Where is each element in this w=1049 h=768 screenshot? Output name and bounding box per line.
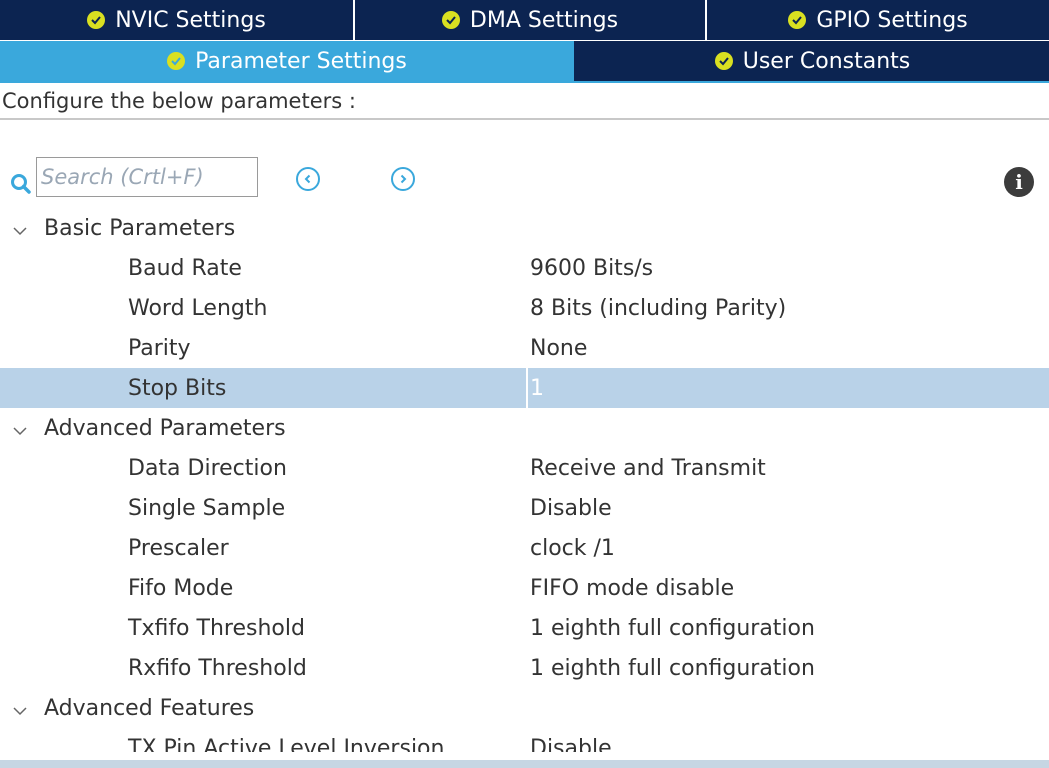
- param-row-baud-rate[interactable]: Baud Rate 9600 Bits/s: [0, 248, 1049, 288]
- param-value[interactable]: 1 eighth full configuration: [530, 656, 815, 681]
- group-advanced-parameters[interactable]: Advanced Parameters: [0, 408, 1049, 448]
- param-name: TX Pin Active Level Inversion: [128, 735, 445, 753]
- param-value[interactable]: clock /1: [530, 536, 615, 561]
- param-value[interactable]: Disable: [530, 736, 612, 753]
- param-row-txfifo-threshold[interactable]: Txfifo Threshold 1 eighth full configura…: [0, 608, 1049, 648]
- tab-user-constants[interactable]: User Constants: [576, 41, 1049, 81]
- tab-row-top: NVIC Settings DMA Settings GPIO Settings: [0, 0, 1049, 40]
- check-circle-icon: [441, 11, 460, 29]
- tab-gpio-settings[interactable]: GPIO Settings: [707, 0, 1049, 40]
- check-circle-icon: [714, 52, 733, 70]
- param-name: Rxfifo Threshold: [128, 655, 307, 681]
- chevron-right-circle-icon[interactable]: [391, 167, 415, 191]
- chevron-down-icon[interactable]: [12, 420, 28, 445]
- group-advanced-features[interactable]: Advanced Features: [0, 688, 1049, 728]
- param-value[interactable]: Receive and Transmit: [530, 456, 766, 481]
- tab-label: GPIO Settings: [816, 7, 968, 33]
- param-value[interactable]: 8 Bits (including Parity): [530, 296, 786, 321]
- param-name: Stop Bits: [128, 375, 227, 401]
- group-label: Advanced Features: [44, 695, 255, 721]
- tab-label: NVIC Settings: [115, 7, 266, 33]
- param-row-single-sample[interactable]: Single Sample Disable: [0, 488, 1049, 528]
- param-value[interactable]: 1: [530, 376, 544, 401]
- tab-dma-settings[interactable]: DMA Settings: [355, 0, 707, 40]
- param-row-tx-pin-inversion[interactable]: TX Pin Active Level Inversion Disable: [0, 728, 1049, 753]
- tab-nvic-settings[interactable]: NVIC Settings: [0, 0, 355, 40]
- tab-label: User Constants: [742, 48, 911, 74]
- param-name: Baud Rate: [128, 255, 242, 281]
- param-value[interactable]: Disable: [530, 496, 612, 521]
- param-value[interactable]: 1 eighth full configuration: [530, 616, 815, 641]
- chevron-down-icon[interactable]: [12, 700, 28, 725]
- configure-label: Configure the below parameters :: [0, 80, 1049, 120]
- param-name: Parity: [128, 335, 191, 361]
- tab-label: DMA Settings: [469, 7, 619, 33]
- check-circle-icon: [87, 11, 106, 29]
- param-row-parity[interactable]: Parity None: [0, 328, 1049, 368]
- param-row-prescaler[interactable]: Prescaler clock /1: [0, 528, 1049, 568]
- group-basic-parameters[interactable]: Basic Parameters: [0, 208, 1049, 248]
- param-row-fifo-mode[interactable]: Fifo Mode FIFO mode disable: [0, 568, 1049, 608]
- param-value[interactable]: 9600 Bits/s: [530, 256, 653, 281]
- check-circle-icon: [167, 52, 186, 70]
- param-name: Word Length: [128, 295, 268, 321]
- chevron-left-circle-icon[interactable]: [296, 167, 320, 191]
- search-input[interactable]: Search (Crtl+F): [36, 157, 258, 197]
- search-placeholder: Search (Crtl+F): [41, 165, 204, 189]
- param-name: Fifo Mode: [128, 575, 234, 601]
- param-row-word-length[interactable]: Word Length 8 Bits (including Parity): [0, 288, 1049, 328]
- chevron-down-icon[interactable]: [12, 220, 28, 245]
- tab-label: Parameter Settings: [195, 48, 407, 74]
- param-row-data-direction[interactable]: Data Direction Receive and Transmit: [0, 448, 1049, 488]
- param-value[interactable]: FIFO mode disable: [530, 576, 734, 601]
- info-icon[interactable]: i: [1004, 167, 1034, 197]
- param-name: Prescaler: [128, 535, 229, 561]
- search-icon[interactable]: [10, 173, 32, 199]
- param-name: Single Sample: [128, 495, 286, 521]
- tab-row-bottom: Parameter Settings User Constants: [0, 40, 1049, 81]
- tab-parameter-settings[interactable]: Parameter Settings: [0, 41, 576, 81]
- param-row-stop-bits[interactable]: Stop Bits 1: [0, 368, 1049, 408]
- group-label: Basic Parameters: [44, 215, 236, 241]
- horizontal-scrollbar[interactable]: [0, 760, 1049, 768]
- param-value[interactable]: None: [530, 336, 587, 361]
- param-row-rxfifo-threshold[interactable]: Rxfifo Threshold 1 eighth full configura…: [0, 648, 1049, 688]
- param-name: Data Direction: [128, 455, 287, 481]
- parameter-tree: Basic Parameters Baud Rate 9600 Bits/s W…: [0, 208, 1049, 752]
- group-label: Advanced Parameters: [44, 415, 286, 441]
- param-name: Txfifo Threshold: [128, 615, 305, 641]
- check-circle-icon: [788, 11, 807, 29]
- column-divider: [526, 368, 528, 408]
